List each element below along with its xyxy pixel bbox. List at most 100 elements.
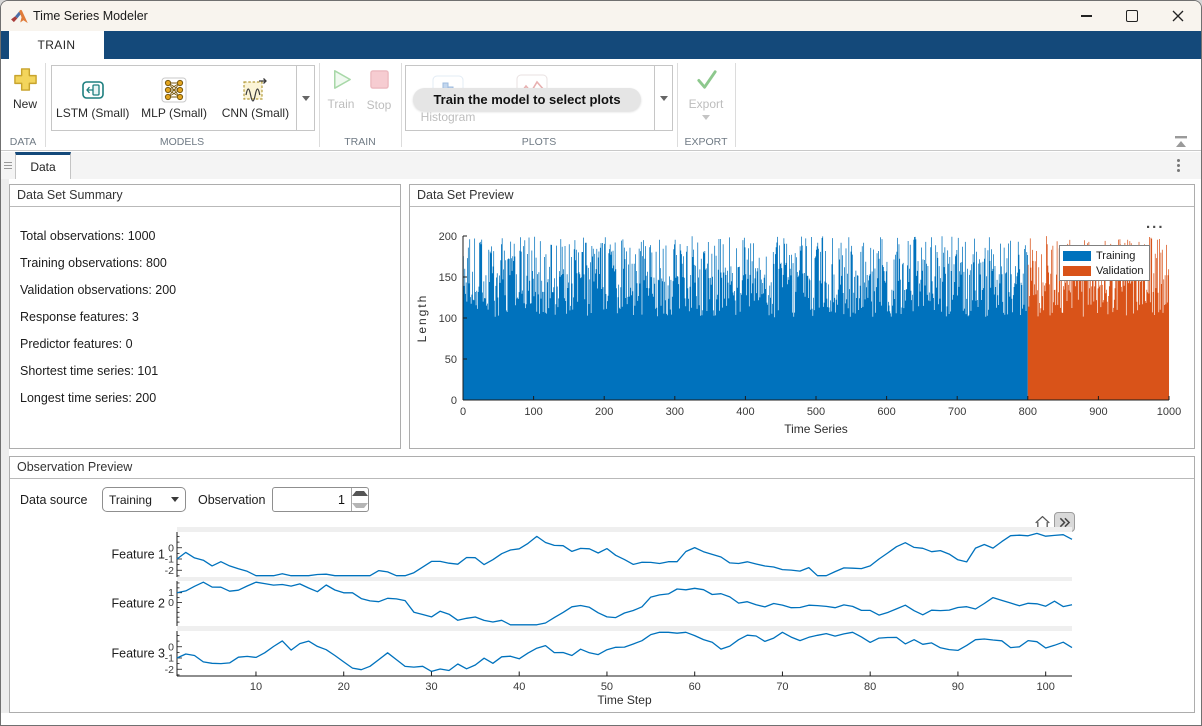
svg-text:0: 0 <box>168 542 174 554</box>
stop-icon <box>369 69 390 90</box>
svg-text:70: 70 <box>776 681 788 693</box>
plots-gallery-dropdown-button[interactable] <box>654 66 672 130</box>
new-button[interactable]: New <box>7 67 43 111</box>
export-button[interactable]: Export <box>688 67 724 120</box>
svg-text:Time Step: Time Step <box>597 693 652 707</box>
svg-text:60: 60 <box>689 681 701 693</box>
chevron-down-icon <box>660 96 668 101</box>
svg-text:300: 300 <box>666 406 684 418</box>
title-bar: Time Series Modeler <box>1 1 1201 31</box>
svg-text:900: 900 <box>1089 406 1107 418</box>
svg-text:0: 0 <box>451 395 457 407</box>
model-item-mlp[interactable]: MLP (Small) <box>133 66 214 130</box>
svg-text:Feature 3: Feature 3 <box>111 647 165 661</box>
maximize-button[interactable] <box>1109 1 1155 31</box>
collapse-ribbon-button[interactable] <box>1173 135 1189 149</box>
summary-item: Validation observations: 200 <box>20 277 400 304</box>
ribbon: New DATA LSTM (Small) <box>1 59 1201 151</box>
export-button-label: Export <box>688 97 724 111</box>
minimize-button[interactable] <box>1063 1 1109 31</box>
svg-text:500: 500 <box>807 406 825 418</box>
axes-toolbar-ellipsis-icon[interactable]: ... <box>1146 215 1165 232</box>
section-label-models: MODELS <box>45 136 319 148</box>
plots-tooltip: Train the model to select plots <box>413 88 641 111</box>
tab-options-kebab-icon[interactable] <box>1177 157 1180 174</box>
window-title: Time Series Modeler <box>33 9 148 23</box>
svg-text:50: 50 <box>601 681 613 693</box>
svg-text:Length: Length <box>415 294 429 343</box>
matlab-logo-icon <box>11 9 28 24</box>
observation-feature-chart: 0-1-2Feature 110Feature 20-1-2Feature 31… <box>10 479 1194 714</box>
svg-text:10: 10 <box>250 681 262 693</box>
panel-menu-icon[interactable] <box>4 160 12 171</box>
model-item-cnn[interactable]: CNN (Small) <box>215 66 296 130</box>
svg-text:90: 90 <box>952 681 964 693</box>
svg-text:150: 150 <box>439 272 457 284</box>
observation-panel-title: Observation Preview <box>10 457 1194 479</box>
model-item-lstm[interactable]: LSTM (Small) <box>52 66 133 130</box>
summary-list: Total observations: 1000 Training observ… <box>10 207 400 412</box>
tab-data[interactable]: Data <box>15 152 71 179</box>
svg-text:80: 80 <box>864 681 876 693</box>
mlp-icon <box>161 77 187 103</box>
models-gallery-dropdown-button[interactable] <box>296 66 314 130</box>
svg-text:800: 800 <box>1019 406 1037 418</box>
svg-text:-2: -2 <box>165 664 174 676</box>
app-window: Time Series Modeler TRAIN New D <box>0 0 1202 726</box>
document-tab-bar: Data <box>1 152 1201 179</box>
svg-text:0: 0 <box>168 597 174 609</box>
models-gallery: LSTM (Small) MLP (Small) <box>51 65 315 131</box>
new-button-label: New <box>7 97 43 111</box>
histogram-label: Histogram <box>421 110 476 124</box>
svg-text:30: 30 <box>425 681 437 693</box>
left-gutter <box>1 179 9 713</box>
model-item-lstm-label: LSTM (Small) <box>56 106 129 120</box>
legend-label-validation: Validation <box>1096 265 1144 277</box>
validation-swatch <box>1063 266 1091 276</box>
ribbon-section-export: Export EXPORT <box>677 59 735 151</box>
svg-text:100: 100 <box>439 313 457 325</box>
divider <box>735 63 736 147</box>
data-set-preview-panel: Data Set Preview ... 0 100 200 300 400 500 600… <box>409 184 1195 449</box>
svg-text:-1: -1 <box>165 554 174 566</box>
train-button[interactable]: Train <box>323 67 359 111</box>
svg-text:700: 700 <box>948 406 966 418</box>
summary-item: Total observations: 1000 <box>20 223 400 250</box>
chevron-down-icon <box>302 96 310 101</box>
model-item-cnn-label: CNN (Small) <box>222 106 289 120</box>
play-icon <box>329 67 354 92</box>
summary-panel-title: Data Set Summary <box>10 185 400 207</box>
ribbon-section-train: Train Stop TRAIN <box>319 59 401 151</box>
svg-text:20: 20 <box>338 681 350 693</box>
close-button[interactable] <box>1155 1 1201 31</box>
chart-legend[interactable]: Training Validation <box>1059 245 1150 281</box>
lstm-icon <box>80 77 106 103</box>
summary-item: Response features: 3 <box>20 304 400 331</box>
summary-item: Shortest time series: 101 <box>20 358 400 385</box>
stop-button[interactable]: Stop <box>361 69 397 112</box>
data-set-summary-panel: Data Set Summary Total observations: 100… <box>9 184 401 449</box>
svg-text:600: 600 <box>877 406 895 418</box>
preview-panel-title: Data Set Preview <box>410 185 1194 207</box>
svg-text:200: 200 <box>439 231 457 243</box>
summary-item: Training observations: 800 <box>20 250 400 277</box>
summary-item: Longest time series: 200 <box>20 385 400 412</box>
svg-text:-2: -2 <box>165 565 174 577</box>
stop-button-label: Stop <box>361 98 397 112</box>
model-item-mlp-label: MLP (Small) <box>141 106 207 120</box>
check-icon <box>694 67 719 92</box>
section-label-export: EXPORT <box>677 136 735 148</box>
svg-text:400: 400 <box>736 406 754 418</box>
svg-text:-1: -1 <box>165 653 174 665</box>
legend-label-training: Training <box>1096 250 1135 262</box>
tab-train[interactable]: TRAIN <box>9 31 104 59</box>
svg-text:0: 0 <box>168 641 174 653</box>
training-swatch <box>1063 251 1091 261</box>
section-label-train: TRAIN <box>319 136 401 148</box>
svg-text:Feature 2: Feature 2 <box>111 597 165 611</box>
svg-text:40: 40 <box>513 681 525 693</box>
ribbon-tab-band: TRAIN <box>1 31 1201 59</box>
dataset-preview-chart: 0100200300400500600700800900100005010015… <box>410 207 1194 448</box>
svg-text:Feature 1: Feature 1 <box>111 548 165 562</box>
chevron-down-icon <box>702 115 710 120</box>
